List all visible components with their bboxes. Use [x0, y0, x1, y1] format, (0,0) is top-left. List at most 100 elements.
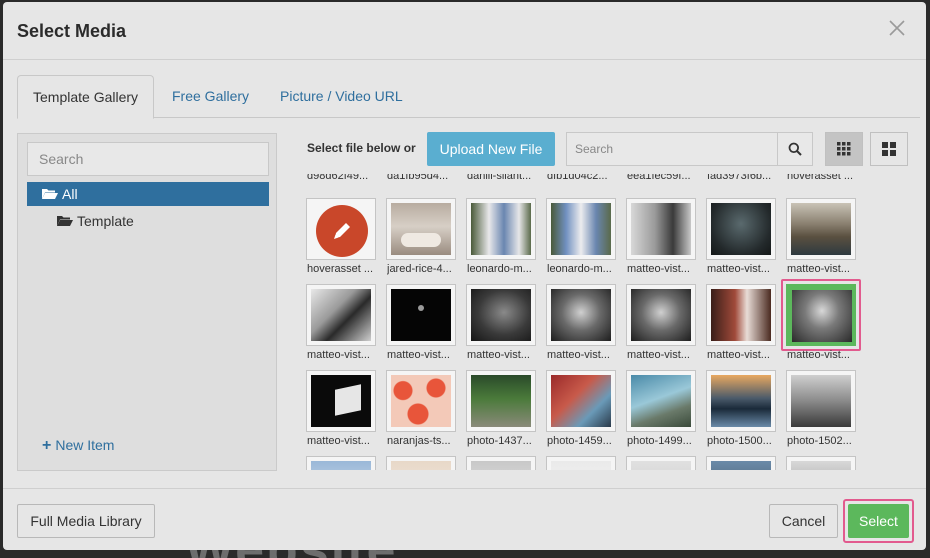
media-tile[interactable]: photo-1499...	[626, 370, 700, 454]
media-tile[interactable]: leonardo-m...	[546, 198, 620, 282]
plus-icon: +	[42, 437, 52, 454]
folder-search-input[interactable]: Search	[27, 142, 269, 176]
media-tile[interactable]: matteo-vist...	[626, 284, 700, 368]
media-tile-selected[interactable]: matteo-vist...	[781, 279, 861, 368]
grid-small-icon	[837, 142, 851, 156]
tile-caption: photo-1502...	[787, 435, 852, 447]
media-tile[interactable]	[546, 456, 620, 470]
media-thumbnail	[546, 198, 616, 260]
media-tile[interactable]: matteo-vist...	[306, 370, 380, 454]
media-thumbnail	[306, 284, 376, 346]
tile-caption: photo-1499...	[627, 435, 692, 447]
tile-caption: dfb1d04c2...	[547, 174, 608, 182]
media-tile[interactable]: matteo-vist...	[626, 198, 700, 282]
media-tile[interactable]: matteo-vist...	[706, 284, 780, 368]
grid-large-icon	[882, 142, 896, 156]
tile-caption: leonardo-m...	[547, 263, 612, 275]
new-item-button[interactable]: + New Item	[42, 437, 114, 455]
media-thumbnail	[386, 198, 456, 260]
media-thumbnail	[386, 370, 456, 432]
full-media-library-button[interactable]: Full Media Library	[17, 504, 155, 538]
folder-open-icon	[56, 210, 74, 234]
search-button[interactable]	[777, 132, 813, 166]
large-grid-view-button[interactable]	[870, 132, 908, 166]
media-tabs: Template Gallery Free Gallery Picture / …	[17, 75, 920, 119]
upload-new-file-button[interactable]: Upload New File	[427, 132, 555, 166]
media-thumbnail	[306, 456, 376, 470]
tile-caption: fad3973f6b...	[707, 174, 772, 182]
search-icon	[788, 142, 802, 156]
dialog-title: Select Media	[17, 21, 127, 41]
media-tile[interactable]	[386, 456, 460, 470]
media-tile[interactable]: photo-1437...	[466, 370, 540, 454]
pencil-icon	[334, 223, 350, 239]
new-item-label: New Item	[55, 437, 115, 453]
media-tile[interactable]: jared-rice-4...	[386, 198, 460, 282]
select-button[interactable]: Select	[848, 504, 909, 538]
media-tile[interactable]	[626, 456, 700, 470]
previous-row-captions: d98d62f49... da1fb95d4... daniil-silant.…	[306, 174, 910, 190]
cancel-button[interactable]: Cancel	[769, 504, 838, 538]
media-tile[interactable]: matteo-vist...	[466, 284, 540, 368]
tile-caption: matteo-vist...	[707, 263, 770, 275]
dialog-header: Select Media	[3, 2, 926, 60]
small-grid-view-button[interactable]	[825, 132, 863, 166]
tile-caption: photo-1500...	[707, 435, 772, 447]
media-thumbnail	[466, 456, 536, 470]
media-tile[interactable]: naranjas-ts...	[386, 370, 460, 454]
media-tile[interactable]: photo-1459...	[546, 370, 620, 454]
media-thumbnail	[786, 284, 856, 346]
tile-caption: hoverasset ...	[307, 263, 374, 275]
media-tile[interactable]	[786, 456, 860, 470]
tab-template-gallery[interactable]: Template Gallery	[17, 75, 155, 119]
media-tile[interactable]: matteo-vist...	[546, 284, 620, 368]
media-thumbnail	[626, 198, 696, 260]
media-thumbnail	[386, 456, 456, 470]
tile-caption: matteo-vist...	[307, 349, 370, 361]
media-thumbnail	[306, 370, 376, 432]
folder-item-all[interactable]: All	[27, 182, 269, 206]
media-thumbnail	[626, 370, 696, 432]
folder-label-all: All	[62, 186, 78, 202]
tile-caption: matteo-vist...	[787, 263, 850, 275]
media-thumbnail	[546, 456, 616, 470]
tile-caption: matteo-vist...	[787, 349, 850, 361]
media-tile[interactable]: matteo-vist...	[706, 198, 780, 282]
tile-caption: photo-1437...	[467, 435, 532, 447]
media-tile[interactable]: matteo-vist...	[306, 284, 380, 368]
media-tile[interactable]	[466, 456, 540, 470]
media-tile[interactable]: leonardo-m...	[466, 198, 540, 282]
folder-item-template[interactable]: Template	[56, 209, 134, 233]
media-tile[interactable]: hoverasset ...	[306, 198, 380, 282]
media-thumbnail	[706, 198, 776, 260]
media-thumbnail	[706, 456, 776, 470]
tile-caption: hoverasset ...	[787, 174, 854, 182]
media-tile[interactable]: photo-1502...	[786, 370, 860, 454]
media-tile[interactable]	[306, 456, 380, 470]
tile-caption: da1fb95d4...	[387, 174, 449, 182]
tab-picture-video-url[interactable]: Picture / Video URL	[265, 75, 418, 118]
tile-caption: daniil-silant...	[467, 174, 532, 182]
media-thumbnail	[466, 198, 536, 260]
tab-free-gallery[interactable]: Free Gallery	[157, 75, 264, 118]
tile-caption: jared-rice-4...	[387, 263, 452, 275]
dialog-footer: Full Media Library Cancel Select	[3, 488, 926, 550]
tile-caption: matteo-vist...	[627, 349, 690, 361]
media-thumbnail	[626, 456, 696, 470]
tile-caption: matteo-vist...	[307, 435, 370, 447]
media-thumbnail	[466, 284, 536, 346]
folder-open-icon	[41, 183, 59, 207]
tile-caption: matteo-vist...	[467, 349, 530, 361]
close-icon[interactable]	[888, 19, 908, 39]
media-tile[interactable]	[706, 456, 780, 470]
tile-caption: matteo-vist...	[387, 349, 450, 361]
media-search-input[interactable]: Search	[566, 132, 778, 166]
media-tile[interactable]: matteo-vist...	[786, 198, 860, 282]
media-thumbnail	[706, 284, 776, 346]
media-thumbnail	[466, 370, 536, 432]
tile-caption: matteo-vist...	[627, 263, 690, 275]
media-tile[interactable]: matteo-vist...	[386, 284, 460, 368]
media-thumbnail	[306, 198, 376, 260]
media-thumbnail	[786, 370, 856, 432]
media-tile[interactable]: photo-1500...	[706, 370, 780, 454]
